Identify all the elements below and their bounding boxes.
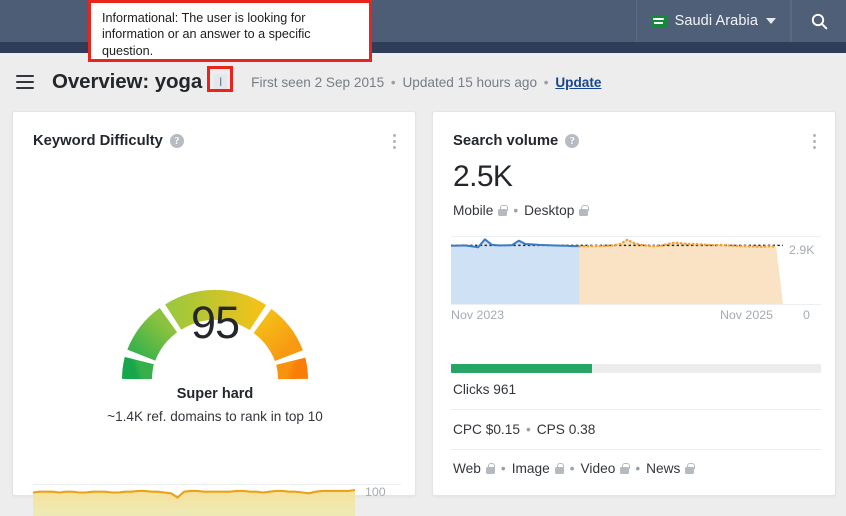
search-volume-title: Search volume: [453, 133, 559, 150]
sv-area-plot: [451, 238, 783, 304]
separator: •: [569, 461, 575, 476]
help-question-icon[interactable]: ?: [565, 134, 580, 149]
intent-badge[interactable]: I: [214, 73, 228, 91]
clicks-progress-fill: [451, 364, 592, 373]
lock-icon: [554, 463, 564, 474]
meta-separator: •: [543, 74, 549, 90]
kebab-menu-icon[interactable]: [810, 131, 819, 152]
row-divider: [451, 409, 821, 410]
kd-y-max-label: 100: [365, 485, 386, 499]
keyword-difficulty-chart: 100 0 May 2021 Nov 2024: [33, 484, 401, 516]
search-volume-value: 2.5K: [453, 160, 513, 193]
cpc-label: CPC $0.15: [453, 422, 520, 437]
search-volume-card-header: Search volume ?: [433, 112, 835, 152]
saudi-arabia-flag-icon: [650, 15, 667, 27]
sv-x-end-label: Nov 2025: [719, 308, 773, 322]
chevron-down-icon: [766, 18, 776, 24]
keyword-difficulty-gauge: 95 Super hard ~1.4K ref. domains to rank…: [13, 267, 417, 442]
tooltip-text: Informational: The user is looking for i…: [102, 11, 311, 58]
search-intent-tooltip: Informational: The user is looking for i…: [88, 0, 372, 62]
serp-image-label: Image: [511, 461, 550, 476]
help-question-icon[interactable]: ?: [169, 134, 184, 149]
sv-x-start-label: Nov 2023: [451, 308, 505, 322]
first-seen-text: First seen 2 Sep 2015: [251, 74, 385, 90]
clicks-row: Clicks 961: [453, 382, 516, 397]
search-intent-wrapper[interactable]: I: [207, 65, 234, 92]
page-title: Overview: yoga: [52, 70, 203, 93]
separator: •: [500, 461, 506, 476]
keyword-difficulty-title: Keyword Difficulty: [33, 133, 163, 150]
separator: •: [525, 422, 531, 437]
device-mobile-label: Mobile: [453, 203, 494, 218]
clicks-label: Clicks 961: [453, 382, 517, 397]
country-selector[interactable]: Saudi Arabia: [635, 0, 791, 42]
lock-icon: [620, 463, 630, 474]
kd-area-plot: [33, 488, 355, 516]
lock-icon: [579, 205, 589, 216]
sv-y-min-label: 0: [803, 308, 810, 322]
lock-icon: [485, 463, 496, 474]
search-volume-card: Search volume ? 2.5K Mobile • Desktop 2.…: [432, 111, 836, 496]
update-link[interactable]: Update: [555, 75, 601, 90]
keyword-difficulty-score: 95: [190, 297, 240, 348]
updated-text: Updated 15 hours ago: [402, 74, 537, 90]
clicks-progress-bar: [451, 364, 821, 373]
chart-bottom-axis: [451, 304, 821, 305]
app-root: Saudi Arabia Informational: The user is …: [0, 0, 846, 516]
kebab-menu-icon[interactable]: [390, 131, 399, 152]
keyword-difficulty-subtext: ~1.4K ref. domains to rank in top 10: [107, 409, 323, 424]
meta-separator: •: [390, 74, 396, 90]
search-icon: [811, 13, 827, 29]
separator: •: [635, 461, 641, 476]
search-button[interactable]: [791, 0, 846, 42]
keyword-difficulty-card: Keyword Difficulty ? 95 Super hard ~1.4K…: [12, 111, 417, 516]
device-breakdown: Mobile • Desktop: [453, 203, 589, 218]
sv-y-max-label: 2.9K: [789, 243, 815, 257]
keyword-difficulty-card-header: Keyword Difficulty ?: [13, 112, 415, 152]
page-meta: First seen 2 Sep 2015 • Updated 15 hours…: [251, 75, 601, 90]
hamburger-menu-icon[interactable]: [16, 75, 34, 89]
cpc-cps-row: CPC $0.15 • CPS 0.38: [453, 422, 595, 437]
serp-video-label: Video: [580, 461, 616, 476]
country-selector-label: Saudi Arabia: [674, 13, 758, 29]
row-divider: [451, 449, 821, 450]
keyword-difficulty-label: Super hard: [176, 386, 254, 402]
search-volume-chart: 2.9K 0 Nov 2023 Nov 2025: [451, 236, 821, 346]
serp-features-row: Web • Image • Video • News: [453, 461, 695, 476]
separator: •: [513, 203, 519, 218]
serp-web-label: Web: [453, 461, 481, 476]
device-desktop-label: Desktop: [524, 203, 575, 218]
serp-news-label: News: [646, 461, 681, 476]
cps-label: CPS 0.38: [536, 422, 596, 437]
lock-icon: [498, 205, 508, 216]
lock-icon: [685, 463, 695, 474]
